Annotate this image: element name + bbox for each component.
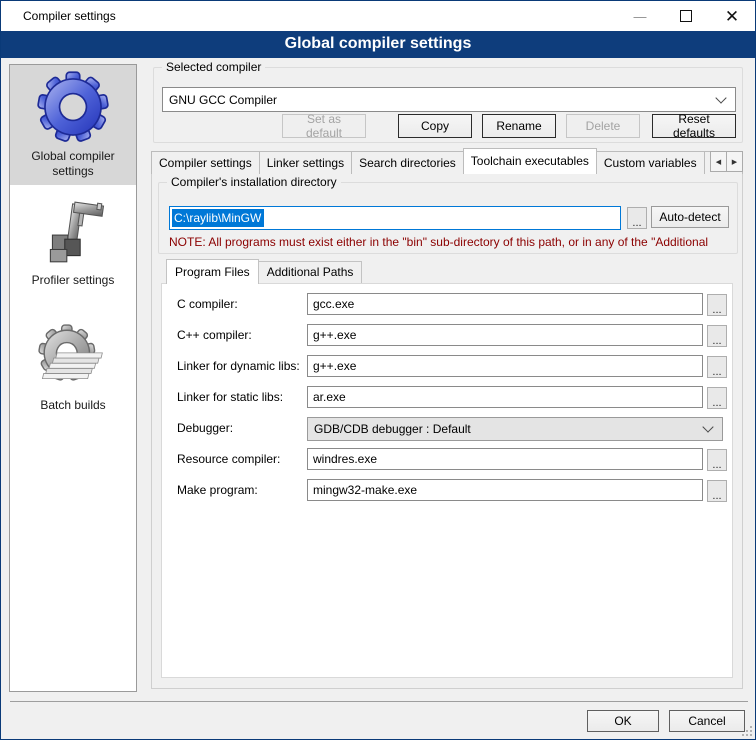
field-label: C compiler: (177, 297, 238, 311)
sidebar-item-global-compiler-settings[interactable]: Global compiler settings (10, 65, 136, 185)
tab-compiler-settings[interactable]: Compiler settings (151, 151, 260, 174)
tab-linker-settings[interactable]: Linker settings (259, 151, 352, 174)
auto-detect-button[interactable]: Auto-detect (651, 206, 729, 228)
browse-directory-button[interactable]: ... (627, 207, 647, 229)
note-text: NOTE: All programs must exist either in … (169, 235, 729, 249)
cancel-button[interactable]: Cancel (669, 710, 745, 732)
sidebar-item-label: Profiler settings (32, 273, 115, 288)
browse-button[interactable]: ... (707, 480, 727, 502)
selected-compiler-group: Selected compiler GNU GCC Compiler Set a… (153, 67, 743, 143)
field-label: Linker for static libs: (177, 390, 283, 404)
installation-directory-input[interactable]: C:\raylib\MinGW (169, 206, 621, 230)
browse-button[interactable]: ... (707, 325, 727, 347)
page-title: Global compiler settings (1, 31, 755, 58)
files-tabstrip: Program Files Additional Paths (166, 259, 361, 283)
field-row-linker-dynamic: Linker for dynamic libs: ... (162, 355, 732, 379)
copy-button[interactable]: Copy (398, 114, 472, 138)
field-label: Linker for dynamic libs: (177, 359, 300, 373)
maximize-icon (680, 10, 692, 22)
ok-button[interactable]: OK (587, 710, 659, 732)
delete-button[interactable]: Delete (566, 114, 640, 138)
sidebar-item-profiler-settings[interactable]: Profiler settings (10, 193, 136, 294)
sidebar-item-batch-builds[interactable]: Batch builds (10, 316, 136, 419)
field-row-resource-compiler: Resource compiler: ... (162, 448, 732, 472)
selected-path-text: C:\raylib\MinGW (172, 209, 264, 227)
sidebar-item-label: Batch builds (40, 398, 105, 413)
sidebar-item-label: Global compiler settings (12, 149, 134, 179)
browse-button[interactable]: ... (707, 356, 727, 378)
maximize-button[interactable] (663, 1, 709, 31)
settings-category-list: Global compiler settings Pr (9, 64, 137, 692)
reset-defaults-button[interactable]: Reset defaults (652, 114, 736, 138)
chevron-down-icon (702, 421, 713, 432)
group-label: Compiler's installation directory (167, 175, 341, 189)
tab-additional-paths[interactable]: Additional Paths (258, 261, 363, 283)
browse-button[interactable]: ... (707, 387, 727, 409)
c-compiler-input[interactable] (307, 293, 703, 315)
tab-search-directories[interactable]: Search directories (351, 151, 464, 174)
make-program-input[interactable] (307, 479, 703, 501)
footer-separator (10, 701, 748, 702)
close-button[interactable]: ✕ (709, 1, 755, 31)
gray-gear-stack-icon (38, 321, 108, 393)
set-as-default-button[interactable]: Set as default (282, 114, 366, 138)
program-files-panel: C compiler: ... C++ compiler: ... Linker… (161, 283, 733, 678)
field-label: Debugger: (177, 421, 233, 435)
group-label: Selected compiler (162, 60, 265, 74)
minimize-button[interactable]: — (617, 1, 663, 31)
tab-toolchain-executables[interactable]: Toolchain executables (463, 148, 597, 174)
installation-directory-group: Compiler's installation directory C:\ray… (158, 182, 738, 254)
field-row-linker-static: Linker for static libs: ... (162, 386, 732, 410)
blue-gear-icon (37, 70, 109, 144)
compiler-select-value: GNU GCC Compiler (163, 93, 717, 107)
field-row-c-compiler: C compiler: ... (162, 293, 732, 317)
field-row-debugger: Debugger: GDB/CDB debugger : Default (162, 417, 732, 441)
window-title: Compiler settings (23, 9, 116, 23)
field-label: Resource compiler: (177, 452, 280, 466)
browse-button[interactable]: ... (707, 449, 727, 471)
browse-button[interactable]: ... (707, 294, 727, 316)
field-row-make-program: Make program: ... (162, 479, 732, 503)
compiler-select[interactable]: GNU GCC Compiler (162, 87, 736, 112)
titlebar: Compiler settings — ✕ (1, 1, 755, 31)
toolchain-executables-page: Compiler's installation directory C:\ray… (151, 173, 743, 689)
chevron-down-icon (715, 92, 726, 103)
debugger-select-value: GDB/CDB debugger : Default (308, 422, 704, 436)
resource-compiler-input[interactable] (307, 448, 703, 470)
tab-custom-variables[interactable]: Custom variables (596, 151, 705, 174)
tab-scroll-left-icon[interactable]: ◀ (710, 151, 727, 172)
caliper-icon (40, 198, 106, 268)
linker-dynamic-input[interactable] (307, 355, 703, 377)
tab-scroll-right-icon[interactable]: ▶ (726, 151, 743, 172)
cpp-compiler-input[interactable] (307, 324, 703, 346)
rename-button[interactable]: Rename (482, 114, 556, 138)
settings-tabstrip: Compiler settings Linker settings Search… (151, 148, 743, 174)
field-row-cpp-compiler: C++ compiler: ... (162, 324, 732, 348)
tab-program-files[interactable]: Program Files (166, 259, 259, 284)
debugger-select[interactable]: GDB/CDB debugger : Default (307, 417, 723, 441)
resize-grip[interactable] (742, 726, 752, 736)
field-label: C++ compiler: (177, 328, 252, 342)
field-label: Make program: (177, 483, 258, 497)
compiler-settings-window: Compiler settings — ✕ Global compiler se… (0, 0, 756, 740)
linker-static-input[interactable] (307, 386, 703, 408)
tab-scroll-arrows: ◀ ▶ (711, 151, 743, 172)
